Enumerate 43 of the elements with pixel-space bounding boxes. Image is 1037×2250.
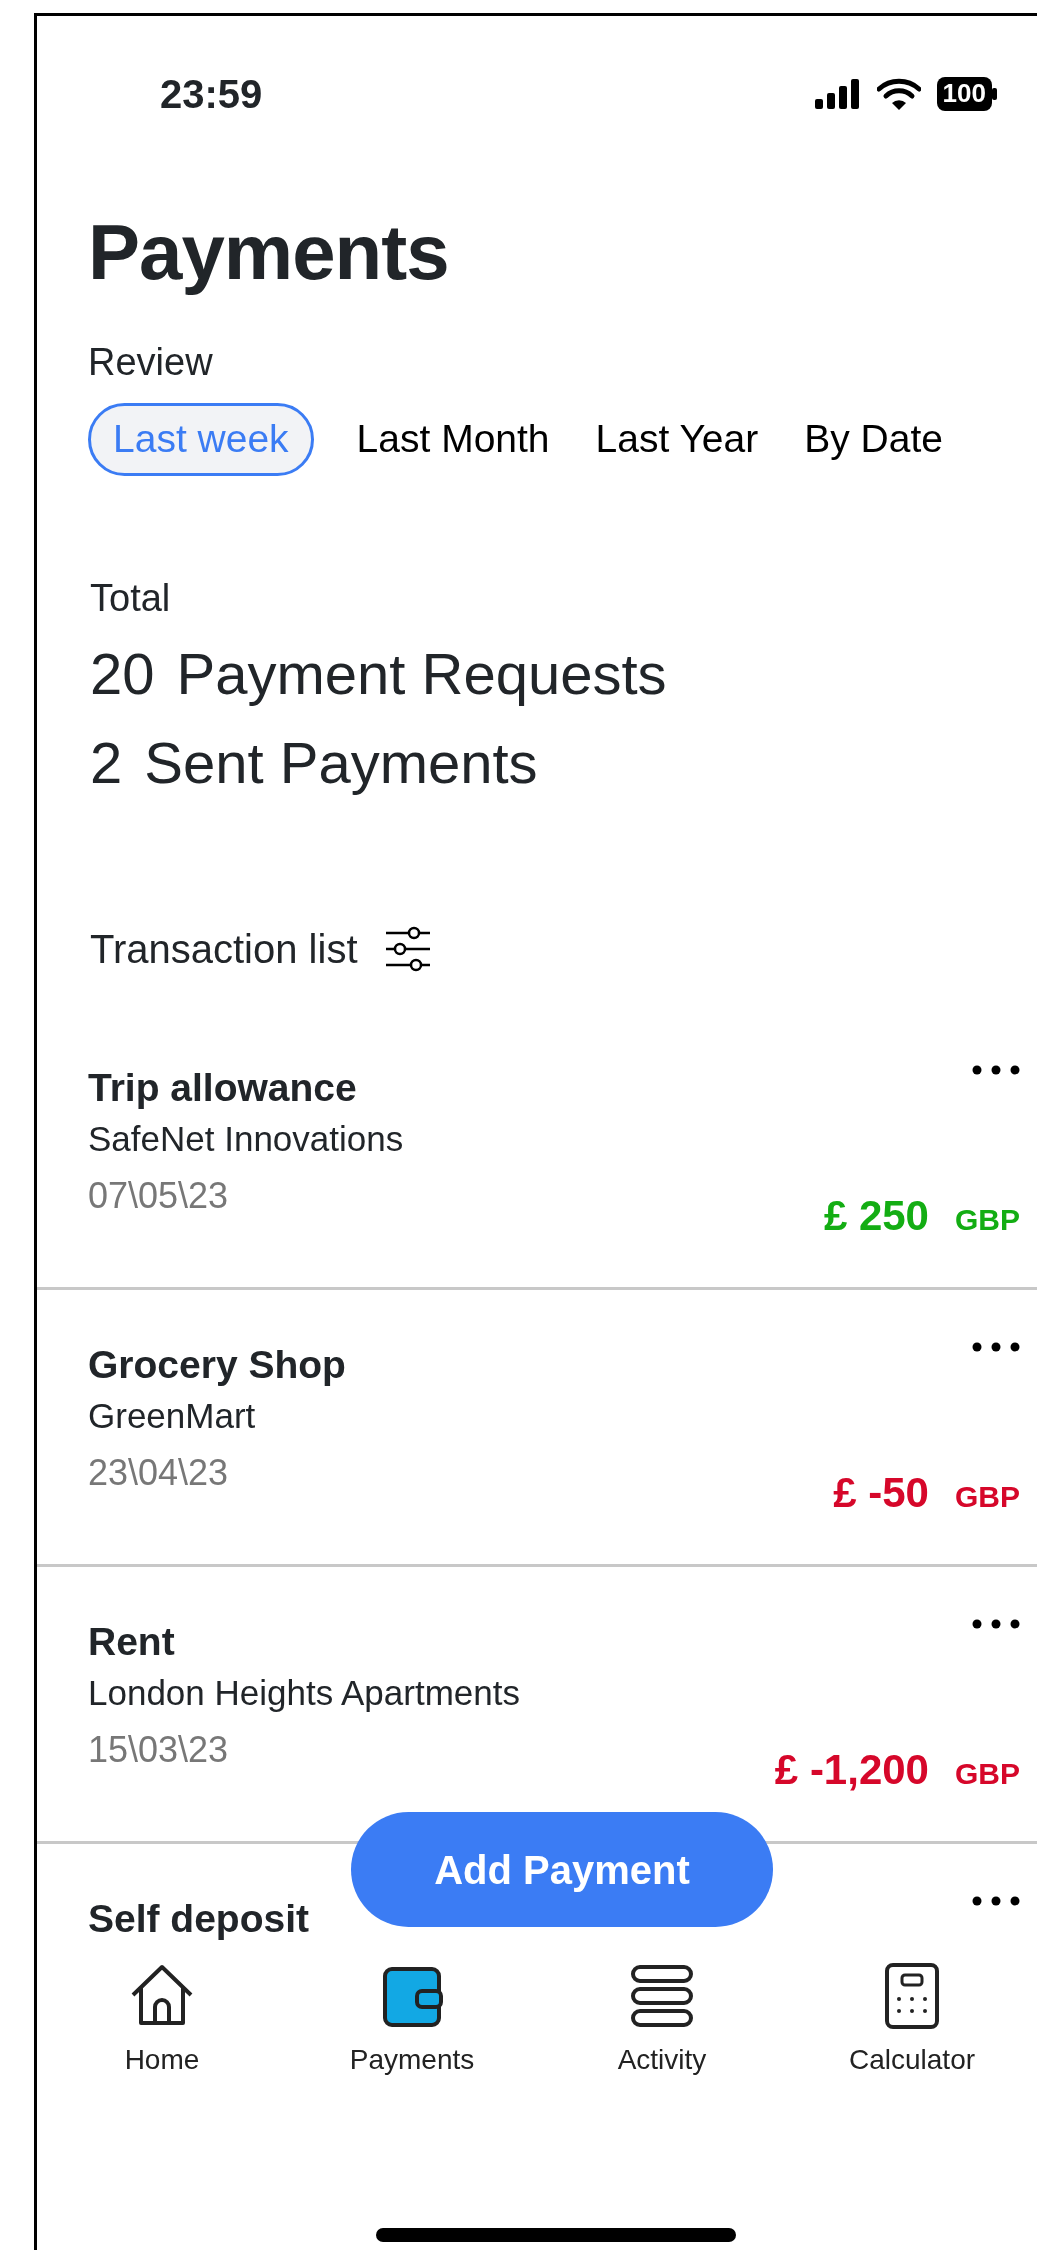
section-label: Review: [88, 339, 214, 385]
transaction-title: Trip allowance: [88, 1064, 358, 1111]
transaction-date: 23\04\23: [88, 1451, 230, 1496]
transaction-payee: GreenMart: [88, 1395, 257, 1438]
period-tab[interactable]: Last week: [88, 403, 314, 477]
transaction-amount: £ -1,200: [774, 1744, 929, 1795]
wifi-icon: [876, 78, 921, 110]
more-icon[interactable]: [972, 1895, 1020, 1906]
currency-code: GBP: [955, 1478, 1020, 1515]
signal-icon: [814, 79, 861, 109]
filter-icon[interactable]: [383, 925, 432, 972]
total-label: Sent Payments: [144, 729, 538, 798]
more-icon[interactable]: [972, 1618, 1020, 1629]
transaction-title: Grocery Shop: [88, 1341, 346, 1388]
more-icon[interactable]: [972, 1341, 1020, 1352]
nav-tab[interactable]: Home: [37, 1960, 287, 2081]
total-count: 20: [90, 639, 155, 708]
currency-code: GBP: [955, 1201, 1020, 1238]
nav-tab[interactable]: Activity: [537, 1960, 787, 2081]
list-heading: Transaction list: [90, 925, 358, 973]
transaction-amount: £ 250: [823, 1190, 929, 1241]
currency-code: GBP: [955, 1755, 1020, 1792]
nav-tab[interactable]: Calculator: [787, 1960, 1037, 2081]
total-label: Payment Requests: [176, 639, 667, 708]
more-icon[interactable]: [972, 1064, 1020, 1075]
total-label: Total: [90, 576, 172, 622]
transaction-date: 15\03\23: [88, 1728, 230, 1773]
transaction-payee: London Heights Apartments: [88, 1672, 520, 1715]
add-payment-button[interactable]: Add Payment: [351, 1812, 773, 1927]
page-title: Payments: [88, 210, 450, 296]
transaction-title: Rent: [88, 1618, 176, 1665]
period-tab[interactable]: By Date: [801, 403, 946, 477]
battery-level: 100: [936, 77, 992, 111]
transaction-payee: SafeNet Innovations: [88, 1118, 404, 1161]
period-tab[interactable]: Last Year: [592, 403, 762, 477]
period-tab[interactable]: Last Month: [353, 403, 553, 477]
nav-tab[interactable]: Payments: [287, 1960, 537, 2081]
total-count: 2: [90, 729, 123, 798]
status-time: 23:59: [160, 71, 263, 118]
transaction-amount: £ -50: [833, 1467, 929, 1518]
transaction-date: 07\05\23: [88, 1174, 230, 1219]
transaction-title: Self deposit: [88, 1895, 310, 1942]
battery-tip-icon: [992, 88, 997, 100]
